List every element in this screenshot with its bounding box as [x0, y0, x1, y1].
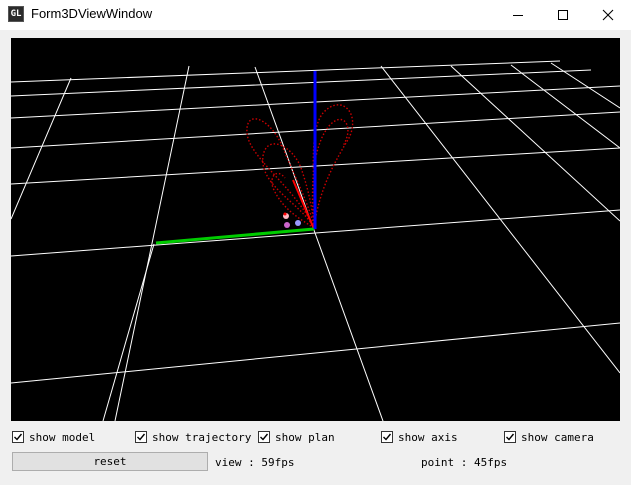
view-fps-label: view : 59fps — [215, 456, 295, 469]
check-icon — [383, 433, 392, 441]
show-plan-checkbox[interactable]: show plan — [258, 429, 335, 445]
check-icon — [260, 433, 269, 441]
close-button[interactable] — [585, 0, 631, 29]
check-icon — [14, 433, 23, 441]
point-fps-label: point : 45fps — [421, 456, 508, 469]
trajectory — [246, 104, 354, 229]
maximize-button[interactable] — [540, 0, 586, 29]
title-bar[interactable]: GL Form3DViewWindow — [0, 0, 631, 30]
check-icon — [506, 433, 515, 441]
checkbox-box[interactable] — [504, 431, 516, 443]
maximize-icon — [558, 9, 568, 20]
close-icon — [602, 9, 614, 20]
show-camera-checkbox[interactable]: show camera — [504, 429, 594, 445]
show-model-label: show model — [29, 430, 96, 444]
checkbox-box[interactable] — [12, 431, 24, 443]
show-trajectory-label: show trajectory — [152, 430, 252, 444]
minimize-icon — [513, 14, 523, 16]
y-axis — [155, 227, 315, 245]
model-markers — [283, 212, 301, 228]
check-icon — [137, 433, 146, 441]
app-icon: GL — [8, 6, 24, 22]
reset-button[interactable]: reset — [12, 452, 208, 471]
show-trajectory-checkbox[interactable]: show trajectory — [135, 429, 251, 445]
window-title: Form3DViewWindow — [31, 6, 153, 21]
show-model-checkbox[interactable]: show model — [12, 429, 95, 445]
checkbox-box[interactable] — [258, 431, 270, 443]
scene-canvas — [11, 60, 620, 421]
checkbox-box[interactable] — [381, 431, 393, 443]
show-plan-label: show plan — [275, 430, 335, 444]
show-camera-label: show camera — [521, 430, 594, 444]
show-axis-checkbox[interactable]: show axis — [381, 429, 458, 445]
show-axis-label: show axis — [398, 430, 458, 444]
3d-viewport[interactable] — [11, 38, 620, 421]
checkbox-box[interactable] — [135, 431, 147, 443]
minimize-button[interactable] — [495, 0, 541, 29]
